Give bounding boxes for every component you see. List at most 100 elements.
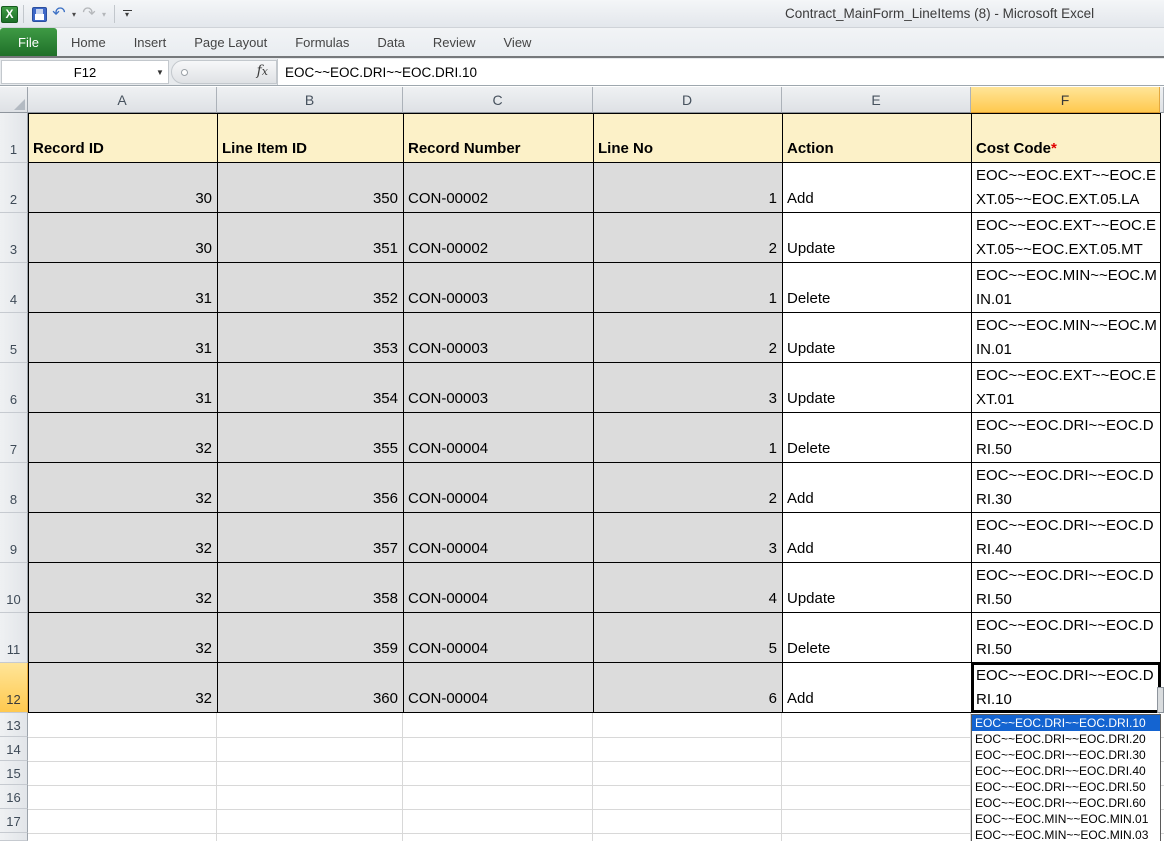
row-header-3[interactable]: 3 — [0, 213, 28, 263]
formula-bar-grip[interactable] — [181, 69, 188, 76]
row-header-16[interactable]: 16 — [0, 785, 28, 809]
header-cell-line-no[interactable]: Line No — [594, 113, 783, 163]
cell-a11[interactable]: 32 — [29, 613, 218, 663]
header-cell-record-number[interactable]: Record Number — [404, 113, 594, 163]
cell-c9[interactable]: CON-00004 — [404, 513, 594, 563]
cell-f2[interactable]: EOC~~EOC.EXT~~EOC.EXT.05~~EOC.EXT.05.LA — [972, 163, 1161, 213]
cell-b12[interactable]: 360 — [218, 663, 404, 713]
cell-d7[interactable]: 1 — [594, 413, 783, 463]
cell-f5[interactable]: EOC~~EOC.MIN~~EOC.MIN.01 — [972, 313, 1161, 363]
row-header-18-partial[interactable] — [0, 833, 28, 841]
row-header-8[interactable]: 8 — [0, 463, 28, 513]
tab-view[interactable]: View — [490, 28, 546, 56]
cell-d6[interactable]: 3 — [594, 363, 783, 413]
tab-home[interactable]: Home — [57, 28, 120, 56]
cell-d4[interactable]: 1 — [594, 263, 783, 313]
undo-button[interactable]: ↶ — [49, 3, 69, 25]
cell-a5[interactable]: 31 — [29, 313, 218, 363]
dropdown-option[interactable]: EOC~~EOC.DRI~~EOC.DRI.40 — [972, 763, 1160, 779]
cell-e6[interactable]: Update — [783, 363, 972, 413]
cell-d3[interactable]: 2 — [594, 213, 783, 263]
customize-quick-access-button[interactable]: ▾ — [120, 10, 134, 19]
column-header-b[interactable]: B — [217, 87, 403, 113]
header-cell-line-item-id[interactable]: Line Item ID — [218, 113, 404, 163]
cell-f8[interactable]: EOC~~EOC.DRI~~EOC.DRI.30 — [972, 463, 1161, 513]
cell-c8[interactable]: CON-00004 — [404, 463, 594, 513]
dropdown-option[interactable]: EOC~~EOC.MIN~~EOC.MIN.03 — [972, 827, 1160, 841]
row-header-7[interactable]: 7 — [0, 413, 28, 463]
header-cell-cost-code[interactable]: Cost Code* — [972, 113, 1161, 163]
cell-b7[interactable]: 355 — [218, 413, 404, 463]
cell-b2[interactable]: 350 — [218, 163, 404, 213]
row-header-4[interactable]: 4 — [0, 263, 28, 313]
cell-b4[interactable]: 352 — [218, 263, 404, 313]
cell-c7[interactable]: CON-00004 — [404, 413, 594, 463]
cell-b5[interactable]: 353 — [218, 313, 404, 363]
cell-a4[interactable]: 31 — [29, 263, 218, 313]
cell-f11[interactable]: EOC~~EOC.DRI~~EOC.DRI.50 — [972, 613, 1161, 663]
cell-d2[interactable]: 1 — [594, 163, 783, 213]
dropdown-option-selected[interactable]: EOC~~EOC.DRI~~EOC.DRI.10 — [972, 715, 1160, 731]
row-header-14[interactable]: 14 — [0, 737, 28, 761]
name-box[interactable]: F12 — [1, 60, 169, 84]
insert-function-button[interactable]: fx — [257, 63, 268, 79]
cell-e5[interactable]: Update — [783, 313, 972, 363]
cell-b9[interactable]: 357 — [218, 513, 404, 563]
row-header-10[interactable]: 10 — [0, 563, 28, 613]
data-validation-dropdown-button[interactable] — [1157, 687, 1164, 713]
cell-f9[interactable]: EOC~~EOC.DRI~~EOC.DRI.40 — [972, 513, 1161, 563]
cell-f3[interactable]: EOC~~EOC.EXT~~EOC.EXT.05~~EOC.EXT.05.MT — [972, 213, 1161, 263]
cell-c3[interactable]: CON-00002 — [404, 213, 594, 263]
row-header-15[interactable]: 15 — [0, 761, 28, 785]
excel-logo-icon[interactable]: X — [1, 6, 18, 23]
cell-a9[interactable]: 32 — [29, 513, 218, 563]
dropdown-option[interactable]: EOC~~EOC.MIN~~EOC.MIN.01 — [972, 811, 1160, 827]
cell-d8[interactable]: 2 — [594, 463, 783, 513]
cell-e8[interactable]: Add — [783, 463, 972, 513]
row-header-2[interactable]: 2 — [0, 163, 28, 213]
column-header-e[interactable]: E — [782, 87, 971, 113]
cell-f12-selected[interactable]: EOC~~EOC.DRI~~EOC.DRI.10 — [972, 663, 1161, 713]
header-cell-record-id[interactable]: Record ID — [29, 113, 218, 163]
cell-f4[interactable]: EOC~~EOC.MIN~~EOC.MIN.01 — [972, 263, 1161, 313]
dropdown-option[interactable]: EOC~~EOC.DRI~~EOC.DRI.20 — [972, 731, 1160, 747]
cell-a2[interactable]: 30 — [29, 163, 218, 213]
cell-e2[interactable]: Add — [783, 163, 972, 213]
cell-c12[interactable]: CON-00004 — [404, 663, 594, 713]
formula-input[interactable]: EOC~~EOC.DRI~~EOC.DRI.10 — [277, 59, 1164, 85]
tab-insert[interactable]: Insert — [120, 28, 181, 56]
dropdown-option[interactable]: EOC~~EOC.DRI~~EOC.DRI.30 — [972, 747, 1160, 763]
cell-b11[interactable]: 359 — [218, 613, 404, 663]
cell-d12[interactable]: 6 — [594, 663, 783, 713]
row-header-17[interactable]: 17 — [0, 809, 28, 833]
cell-e4[interactable]: Delete — [783, 263, 972, 313]
cell-e11[interactable]: Delete — [783, 613, 972, 663]
tab-page-layout[interactable]: Page Layout — [180, 28, 281, 56]
cell-f6[interactable]: EOC~~EOC.EXT~~EOC.EXT.01 — [972, 363, 1161, 413]
cell-a7[interactable]: 32 — [29, 413, 218, 463]
cell-e10[interactable]: Update — [783, 563, 972, 613]
cell-e7[interactable]: Delete — [783, 413, 972, 463]
cell-a6[interactable]: 31 — [29, 363, 218, 413]
tab-formulas[interactable]: Formulas — [281, 28, 363, 56]
dropdown-option[interactable]: EOC~~EOC.DRI~~EOC.DRI.60 — [972, 795, 1160, 811]
row-header-12-selected[interactable]: 12 — [0, 663, 28, 713]
save-button[interactable] — [29, 3, 49, 25]
cell-e9[interactable]: Add — [783, 513, 972, 563]
row-header-1[interactable]: 1 — [0, 113, 28, 163]
cell-c2[interactable]: CON-00002 — [404, 163, 594, 213]
column-header-d[interactable]: D — [593, 87, 782, 113]
cell-d9[interactable]: 3 — [594, 513, 783, 563]
column-header-f-selected[interactable]: F — [971, 87, 1160, 113]
cell-b8[interactable]: 356 — [218, 463, 404, 513]
column-header-a[interactable]: A — [28, 87, 217, 113]
row-header-11[interactable]: 11 — [0, 613, 28, 663]
name-box-dropdown-arrow[interactable]: ▼ — [152, 60, 168, 84]
cell-d5[interactable]: 2 — [594, 313, 783, 363]
tab-review[interactable]: Review — [419, 28, 490, 56]
cell-e12[interactable]: Add — [783, 663, 972, 713]
tab-data[interactable]: Data — [363, 28, 418, 56]
header-cell-action[interactable]: Action — [783, 113, 972, 163]
redo-button[interactable]: ↷ — [79, 3, 99, 25]
redo-dropdown-arrow[interactable]: ▾ — [99, 10, 109, 19]
